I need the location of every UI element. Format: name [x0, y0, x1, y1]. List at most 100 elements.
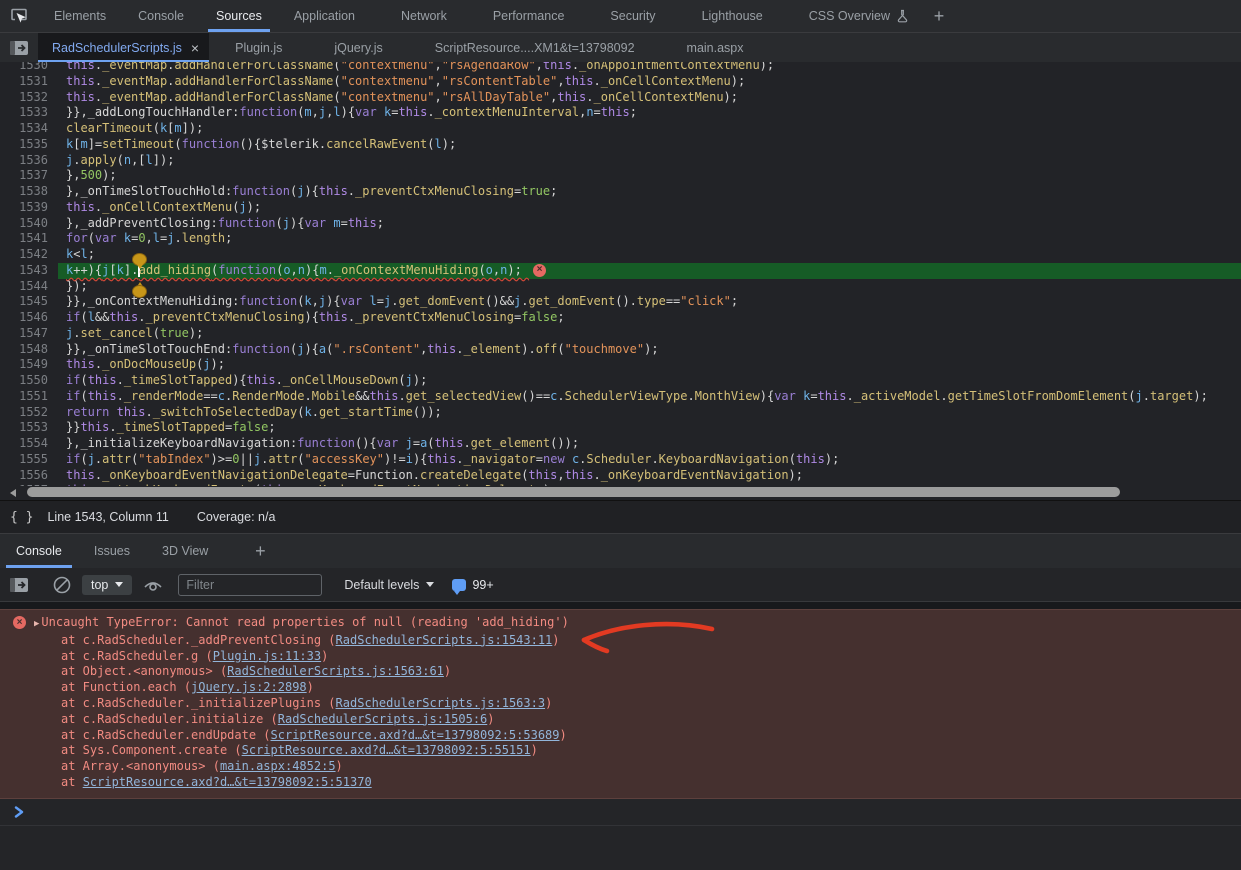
line-number[interactable]: 1538 — [0, 184, 58, 200]
code-line-1537[interactable]: 1537},500); — [0, 168, 1241, 184]
code-line-1553[interactable]: 1553}}this._timeSlotTapped=false; — [0, 420, 1241, 436]
line-number[interactable]: 1543 — [0, 263, 58, 279]
line-number[interactable]: 1548 — [0, 342, 58, 358]
code-line-1555[interactable]: 1555if(j.attr("tabIndex")>=0||j.attr("ac… — [0, 452, 1241, 468]
file-tab-plugin-js[interactable]: Plugin.js — [209, 33, 308, 62]
drawer-tab-3d-view[interactable]: 3D View — [146, 534, 224, 568]
code-line-1551[interactable]: 1551if(this._renderMode==c.RenderMode.Mo… — [0, 389, 1241, 405]
stack-frame-link[interactable]: ScriptResource.axd?d…&t=13798092:5:53689 — [271, 728, 560, 742]
drawer-tab-issues[interactable]: Issues — [78, 534, 146, 568]
panel-tab-elements[interactable]: Elements — [38, 0, 122, 32]
drawer-tab-console[interactable]: Console — [0, 534, 78, 568]
line-number[interactable]: 1556 — [0, 468, 58, 484]
panel-tab-security[interactable]: Security — [594, 0, 671, 32]
code-line-1535[interactable]: 1535k[m]=setTimeout(function(){$telerik.… — [0, 137, 1241, 153]
file-tab-radschedulerscripts-js[interactable]: RadSchedulerScripts.js× — [38, 33, 209, 62]
live-expression-eye-icon[interactable] — [142, 575, 164, 595]
line-number[interactable]: 1542 — [0, 247, 58, 263]
selection-handle-top[interactable] — [131, 253, 148, 270]
panel-tab-sources[interactable]: Sources — [200, 0, 278, 32]
stack-frame-link[interactable]: RadSchedulerScripts.js:1563:3 — [336, 696, 546, 710]
code-line-1538[interactable]: 1538},_onTimeSlotTouchHold:function(j){t… — [0, 184, 1241, 200]
code-line-1543[interactable]: 1543k++){j[k].add_hiding(function(o,n){m… — [0, 263, 1241, 279]
code-line-1542[interactable]: 1542k<l; — [0, 247, 1241, 263]
selection-handle-bottom[interactable] — [131, 281, 148, 298]
line-number[interactable]: 1534 — [0, 121, 58, 137]
scroll-left-arrow-icon[interactable] — [10, 489, 16, 497]
line-number[interactable]: 1533 — [0, 105, 58, 121]
code-line-1546[interactable]: 1546if(l&&this._preventCtxMenuClosing){t… — [0, 310, 1241, 326]
line-number[interactable]: 1544 — [0, 279, 58, 295]
line-number[interactable]: 1545 — [0, 294, 58, 310]
line-number[interactable]: 1550 — [0, 373, 58, 389]
line-number[interactable]: 1553 — [0, 420, 58, 436]
show-console-sidebar-button[interactable] — [0, 577, 38, 593]
clear-console-icon[interactable] — [52, 575, 72, 595]
line-number[interactable]: 1535 — [0, 137, 58, 153]
line-number[interactable]: 1551 — [0, 389, 58, 405]
line-number[interactable]: 1540 — [0, 216, 58, 232]
panel-tab-lighthouse[interactable]: Lighthouse — [686, 0, 779, 32]
line-number[interactable]: 1549 — [0, 357, 58, 373]
file-tab-main-aspx[interactable]: main.aspx — [661, 33, 770, 62]
code-line-1549[interactable]: 1549this._onDocMouseUp(j); — [0, 357, 1241, 373]
more-tabs-button[interactable]: + — [925, 0, 953, 32]
code-line-1536[interactable]: 1536j.apply(n,[l]); — [0, 153, 1241, 169]
line-number[interactable]: 1531 — [0, 74, 58, 90]
panel-tab-network[interactable]: Network — [385, 0, 463, 32]
drawer-more-tabs-button[interactable]: + — [246, 534, 274, 568]
code-line-1556[interactable]: 1556this._onKeyboardEventNavigationDeleg… — [0, 468, 1241, 484]
code-line-1540[interactable]: 1540},_addPreventClosing:function(j){var… — [0, 216, 1241, 232]
line-number[interactable]: 1554 — [0, 436, 58, 452]
panel-tab-application[interactable]: Application — [278, 0, 371, 32]
code-line-1539[interactable]: 1539this._onCellContextMenu(j); — [0, 200, 1241, 216]
code-line-1554[interactable]: 1554},_initializeKeyboardNavigation:func… — [0, 436, 1241, 452]
line-number[interactable]: 1547 — [0, 326, 58, 342]
panel-tab-console[interactable]: Console — [122, 0, 200, 32]
code-line-1547[interactable]: 1547j.set_cancel(true); — [0, 326, 1241, 342]
console-filter-input[interactable] — [178, 574, 322, 596]
line-number[interactable]: 1555 — [0, 452, 58, 468]
log-levels-dropdown[interactable]: Default levels — [344, 578, 434, 592]
file-tab-jquery-js[interactable]: jQuery.js — [308, 33, 408, 62]
close-tab-icon[interactable]: × — [191, 41, 199, 55]
stack-frame-link[interactable]: main.aspx:4852:5 — [220, 759, 336, 773]
stack-frame-link[interactable]: RadSchedulerScripts.js:1543:11 — [336, 633, 553, 647]
inspect-element-button[interactable] — [0, 0, 38, 32]
code-line-1531[interactable]: 1531this._eventMap.addHandlerForClassNam… — [0, 74, 1241, 90]
line-number[interactable]: 1546 — [0, 310, 58, 326]
issues-counter-button[interactable]: 99+ — [452, 578, 493, 592]
code-line-1532[interactable]: 1532this._eventMap.addHandlerForClassNam… — [0, 90, 1241, 106]
inline-error-icon[interactable]: × — [533, 264, 546, 277]
expand-triangle-icon[interactable]: ▶ — [34, 619, 39, 629]
stack-frame-link[interactable]: RadSchedulerScripts.js:1505:6 — [278, 712, 488, 726]
stack-frame-link[interactable]: ScriptResource.axd?d…&t=13798092:5:55151 — [242, 743, 531, 757]
stack-frame-link[interactable]: ScriptResource.axd?d…&t=13798092:5:51370 — [83, 775, 372, 789]
panel-tab-css-overview[interactable]: CSS Overview — [793, 0, 925, 32]
line-number[interactable]: 1532 — [0, 90, 58, 106]
line-number[interactable]: 1541 — [0, 231, 58, 247]
line-number[interactable]: 1537 — [0, 168, 58, 184]
code-line-1544[interactable]: 1544}); — [0, 279, 1241, 295]
code-line-1545[interactable]: 1545}},_onContextMenuHiding:function(k,j… — [0, 294, 1241, 310]
horizontal-scrollbar[interactable] — [0, 486, 1241, 500]
code-line-1550[interactable]: 1550if(this._timeSlotTapped){this._onCel… — [0, 373, 1241, 389]
stack-frame-link[interactable]: RadSchedulerScripts.js:1563:61 — [227, 664, 444, 678]
code-line-1552[interactable]: 1552return this._switchToSelectedDay(k.g… — [0, 405, 1241, 421]
context-selector[interactable]: top — [82, 575, 132, 595]
pretty-print-button[interactable]: { } — [10, 510, 33, 525]
scrollbar-thumb[interactable] — [27, 487, 1120, 497]
line-number[interactable]: 1536 — [0, 153, 58, 169]
code-editor[interactable]: 1530this._eventMap.addHandlerForClassNam… — [0, 62, 1241, 486]
code-line-1541[interactable]: 1541for(var k=0,l=j.length; — [0, 231, 1241, 247]
panel-tab-performance[interactable]: Performance — [477, 0, 581, 32]
code-line-1530[interactable]: 1530this._eventMap.addHandlerForClassNam… — [0, 62, 1241, 74]
stack-frame-link[interactable]: jQuery.js:2:2898 — [191, 680, 307, 694]
toggle-navigator-button[interactable] — [0, 33, 38, 62]
code-line-1534[interactable]: 1534clearTimeout(k[m]); — [0, 121, 1241, 137]
stack-frame-link[interactable]: Plugin.js:11:33 — [213, 649, 321, 663]
line-number[interactable]: 1530 — [0, 62, 58, 74]
file-tab-scriptresource-xm1-t-13798092[interactable]: ScriptResource....XM1&t=13798092 — [409, 33, 661, 62]
line-number[interactable]: 1552 — [0, 405, 58, 421]
line-number[interactable]: 1539 — [0, 200, 58, 216]
